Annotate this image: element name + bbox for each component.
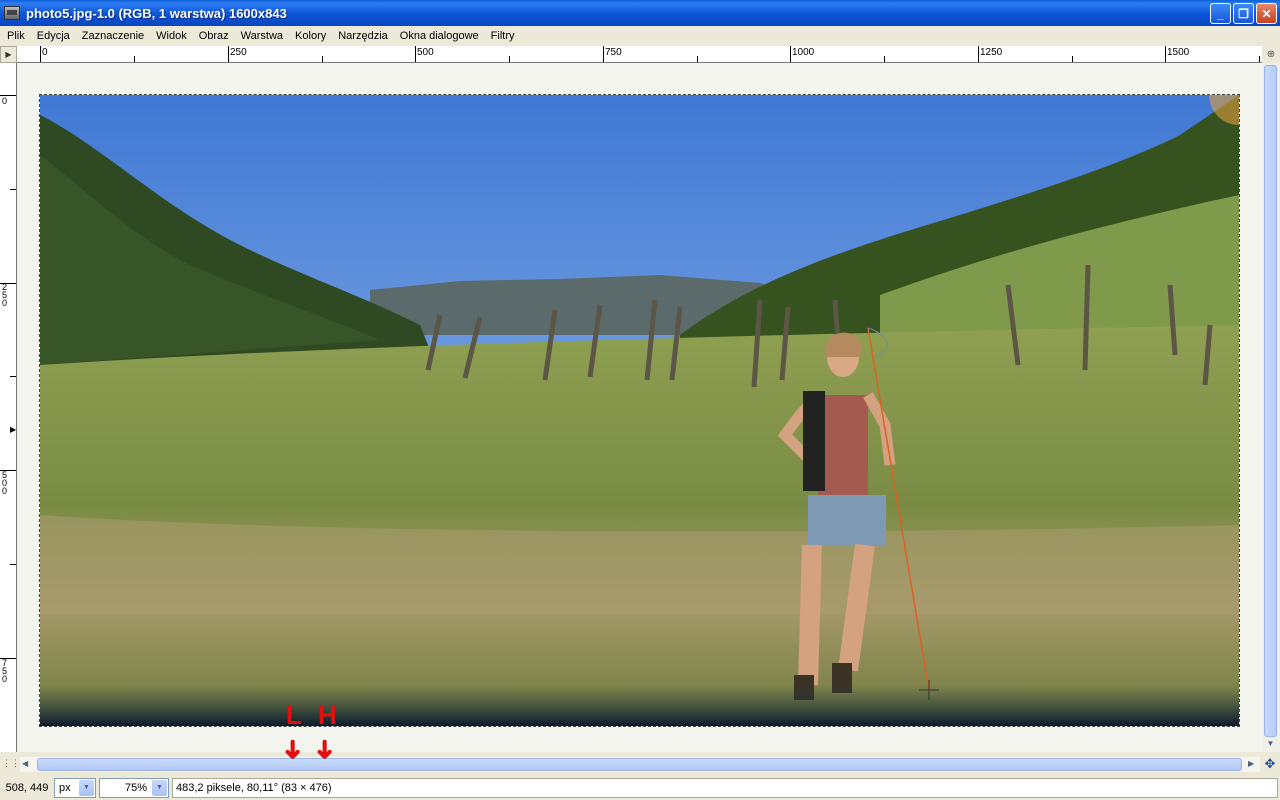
menu-colors[interactable]: Kolory — [289, 30, 332, 42]
menu-image[interactable]: Obraz — [193, 30, 235, 42]
horizontal-ruler[interactable]: 0 250 500 750 1000 1250 1500 — [17, 46, 1262, 63]
vruler-label: 750 — [2, 658, 8, 684]
chevron-down-icon[interactable]: ▼ — [79, 779, 94, 796]
gimp-app-icon[interactable] — [4, 6, 20, 20]
close-button[interactable]: ✕ — [1256, 3, 1277, 24]
window-controls: _ ❐ ✕ — [1210, 3, 1277, 24]
menu-select[interactable]: Zaznaczenie — [76, 30, 150, 42]
photo-layer[interactable] — [39, 94, 1240, 727]
title-bar: photo5.jpg-1.0 (RGB, 1 warstwa) 1600x843… — [0, 0, 1280, 26]
vruler-label: 250 — [2, 282, 8, 308]
unit-value: px — [59, 781, 71, 794]
pointer-coordinates: 508, 449 — [5, 781, 49, 794]
minimize-button[interactable]: _ — [1210, 3, 1231, 24]
menu-dialogs[interactable]: Okna dialogowe — [394, 30, 485, 42]
image-canvas[interactable] — [17, 63, 1262, 752]
hruler-label: 750 — [605, 47, 622, 58]
menu-view[interactable]: Widok — [150, 30, 193, 42]
menu-bar: Plik Edycja Zaznaczenie Widok Obraz Wars… — [0, 26, 1280, 46]
menu-edit[interactable]: Edycja — [31, 30, 76, 42]
menu-layer[interactable]: Warstwa — [235, 30, 289, 42]
maximize-button[interactable]: ❐ — [1233, 3, 1254, 24]
down-arrow-icon: ➜ — [310, 738, 341, 761]
down-arrow-icon: ➜ — [278, 738, 309, 761]
vertical-scroll-thumb[interactable] — [1264, 65, 1277, 737]
hruler-label: 0 — [42, 47, 48, 58]
menu-filters[interactable]: Filtry — [485, 30, 521, 42]
window-title: photo5.jpg-1.0 (RGB, 1 warstwa) 1600x843 — [26, 5, 287, 21]
unit-selector[interactable]: px ▼ — [54, 777, 96, 798]
chevron-down-icon[interactable]: ▼ — [152, 779, 167, 796]
vruler-label: 0 — [2, 96, 8, 106]
vruler-label: 500 — [2, 470, 8, 496]
navigate-icon[interactable]: ✥ — [1262, 756, 1278, 772]
vertical-scrollbar[interactable]: ▼ — [1262, 63, 1280, 752]
hruler-label: 250 — [230, 47, 247, 58]
image-menu-button[interactable]: ▶ — [0, 46, 17, 63]
scroll-left-arrow-icon[interactable]: ◀ — [22, 759, 34, 768]
status-message: 483,2 piksele, 80,11° (83 × 476) — [172, 777, 1278, 798]
annotation-marker-l: L — [286, 700, 302, 730]
scroll-right-arrow-icon[interactable]: ▶ — [1248, 759, 1260, 768]
quick-mask-icon[interactable]: ⋮⋮ — [2, 758, 20, 772]
vertical-ruler[interactable]: 0 250 500 750 ▶ — [0, 63, 17, 752]
menu-tools[interactable]: Narzędzia — [332, 30, 394, 42]
hruler-label: 1250 — [980, 47, 1003, 58]
horizontal-scroll-row: ⋮⋮ ◀ ▶ ✥ — [0, 756, 1280, 774]
zoom-value: 75% — [124, 781, 147, 794]
zoom-fit-icon[interactable]: ⊕ — [1262, 46, 1280, 63]
hruler-label: 1000 — [792, 47, 815, 58]
scroll-down-arrow-icon[interactable]: ▼ — [1263, 739, 1278, 751]
landscape-photo — [40, 95, 1239, 726]
status-bar: 508, 449 px ▼ 75% ▼ 483,2 piksele, 80,11… — [0, 775, 1280, 800]
hruler-label: 1500 — [1167, 47, 1190, 58]
annotation-marker-h: H — [318, 700, 337, 730]
horizontal-scroll-thumb[interactable] — [37, 758, 1242, 771]
menu-file[interactable]: Plik — [0, 30, 31, 42]
hruler-label: 500 — [417, 47, 434, 58]
zoom-selector[interactable]: 75% ▼ — [99, 777, 169, 798]
horizontal-scrollbar[interactable]: ◀ ▶ — [20, 757, 1260, 772]
